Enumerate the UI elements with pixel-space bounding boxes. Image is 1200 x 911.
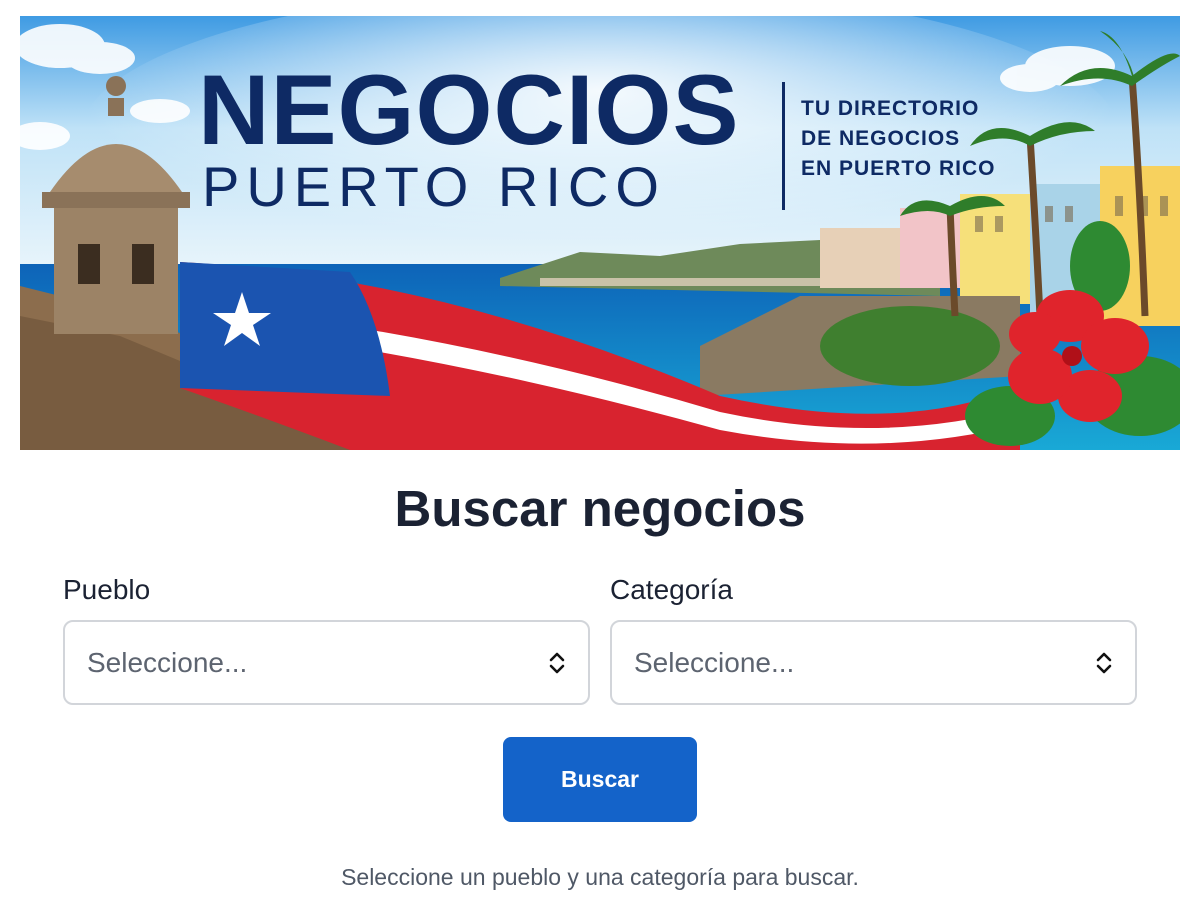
categoria-label: Categoría	[610, 574, 733, 605]
pueblo-select[interactable]: Seleccione...	[63, 620, 590, 705]
brand-divider	[782, 82, 785, 210]
tagline-line: DE NEGOCIOS	[801, 127, 961, 150]
pueblo-select-value: Seleccione...	[87, 646, 248, 678]
brand-sub-text: PUERTO RICO	[202, 155, 666, 218]
search-hint: Seleccione un pueblo y una categoría par…	[341, 864, 859, 890]
brand-main-text: NEGOCIOS	[198, 54, 740, 165]
categoria-select[interactable]: Seleccione...	[610, 620, 1137, 705]
pueblo-label: Pueblo	[63, 574, 151, 605]
hero-banner: NEGOCIOS PUERTO RICO TU DIRECTORIO DE NE…	[20, 16, 1180, 450]
page-title: Buscar negocios	[394, 480, 806, 537]
chevron-updown-icon	[1096, 652, 1112, 673]
brand-tagline: TU DIRECTORIO DE NEGOCIOS EN PUERTO RICO	[801, 94, 1021, 184]
categoria-select-value: Seleccione...	[634, 646, 795, 678]
search-button[interactable]: Buscar	[503, 737, 697, 822]
brand-logo: NEGOCIOS PUERTO RICO	[198, 54, 740, 218]
chevron-updown-icon	[549, 652, 565, 673]
tagline-line: EN PUERTO RICO	[801, 157, 996, 180]
tagline-line: TU DIRECTORIO	[801, 97, 980, 120]
